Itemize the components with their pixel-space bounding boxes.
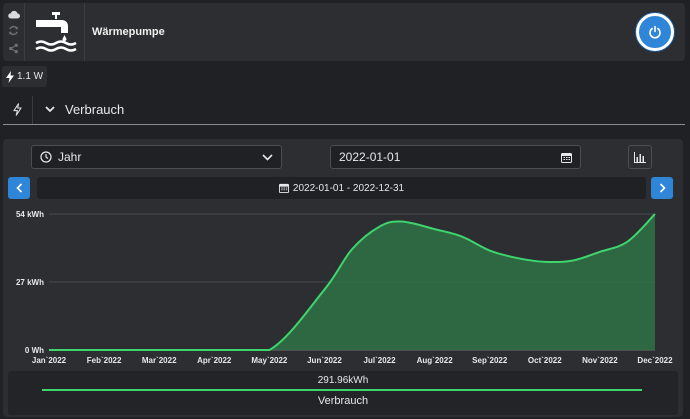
date-range-bar[interactable]: 2022-01-01 - 2022-12-31 — [37, 177, 646, 199]
x-tick-label: Feb`2022 — [87, 356, 122, 365]
water-tap-icon — [34, 12, 77, 52]
date-input[interactable]: 2022-01-01 — [330, 145, 581, 169]
share-icon[interactable] — [8, 43, 19, 54]
legend-total: 291.96kWh — [317, 375, 369, 386]
clock-icon — [40, 151, 52, 163]
section-icon-wrap — [3, 95, 33, 124]
calendar-icon[interactable] — [561, 152, 572, 163]
consumption-area-chart: 0 Wh 27 kWh 54 kWh Jan`2022 Feb`2022 Mar`2022… — [16, 210, 673, 365]
device-name: Wärmepumpe — [92, 26, 165, 38]
x-tick-label: Mar`2022 — [142, 356, 177, 365]
section-label: Verbrauch — [65, 102, 125, 117]
section-header: Verbrauch — [3, 95, 685, 125]
previous-period-button[interactable] — [8, 177, 30, 199]
x-tick-label: Aug`2022 — [417, 356, 454, 365]
x-tick-label: Jan`2022 — [32, 356, 67, 365]
chevron-down-icon — [45, 106, 55, 113]
x-tick-label: Jul`2022 — [364, 356, 397, 365]
chevron-right-icon — [659, 183, 666, 193]
power-button[interactable] — [636, 13, 674, 51]
period-value: Jahr — [58, 150, 82, 164]
legend-series-swatch — [42, 389, 642, 391]
x-tick-label: Dec`2022 — [637, 356, 673, 365]
bar-chart-icon — [634, 151, 646, 163]
section-toggle[interactable]: Verbrauch — [33, 102, 124, 117]
next-period-button[interactable] — [651, 177, 673, 199]
x-tick-label: Jun`2022 — [307, 356, 342, 365]
bolt-outline-icon — [13, 103, 22, 116]
power-toggle-wrap — [625, 3, 685, 61]
calendar-icon — [278, 183, 289, 193]
chart-type-button[interactable] — [628, 145, 652, 169]
power-reading-badge: 1.1 W — [2, 66, 48, 87]
date-range-label: 2022-01-01 - 2022-12-31 — [292, 182, 405, 194]
power-reading-value: 1.1 W — [17, 71, 44, 82]
x-tick-label: Sep`2022 — [472, 356, 508, 365]
date-value: 2022-01-01 — [339, 150, 401, 164]
x-tick-label: May`2022 — [251, 356, 288, 365]
consumption-chart-card: Jahr 2022-01-01 2022-01-01 - 2022-12-31 … — [3, 139, 683, 417]
x-tick-label: Apr`2022 — [197, 356, 232, 365]
chevron-down-icon — [262, 153, 273, 161]
period-select[interactable]: Jahr — [31, 145, 282, 169]
x-tick-label: Nov`2022 — [582, 356, 618, 365]
chart-legend[interactable]: 291.96kWh Verbrauch — [8, 371, 678, 415]
cloud-icon — [7, 11, 20, 19]
device-image — [25, 3, 85, 61]
legend-series-name: Verbrauch — [317, 395, 369, 407]
y-tick-label: 54 kWh — [16, 210, 44, 219]
chevron-left-icon — [15, 183, 22, 193]
device-header: Wärmepumpe — [3, 3, 685, 61]
refresh-icon[interactable] — [8, 25, 19, 36]
y-tick-label: 0 Wh — [25, 346, 44, 355]
power-icon — [649, 25, 661, 39]
x-tick-label: Oct`2022 — [528, 356, 562, 365]
y-tick-label: 27 kWh — [16, 278, 44, 287]
status-icons — [3, 3, 25, 61]
bolt-icon — [6, 70, 14, 83]
